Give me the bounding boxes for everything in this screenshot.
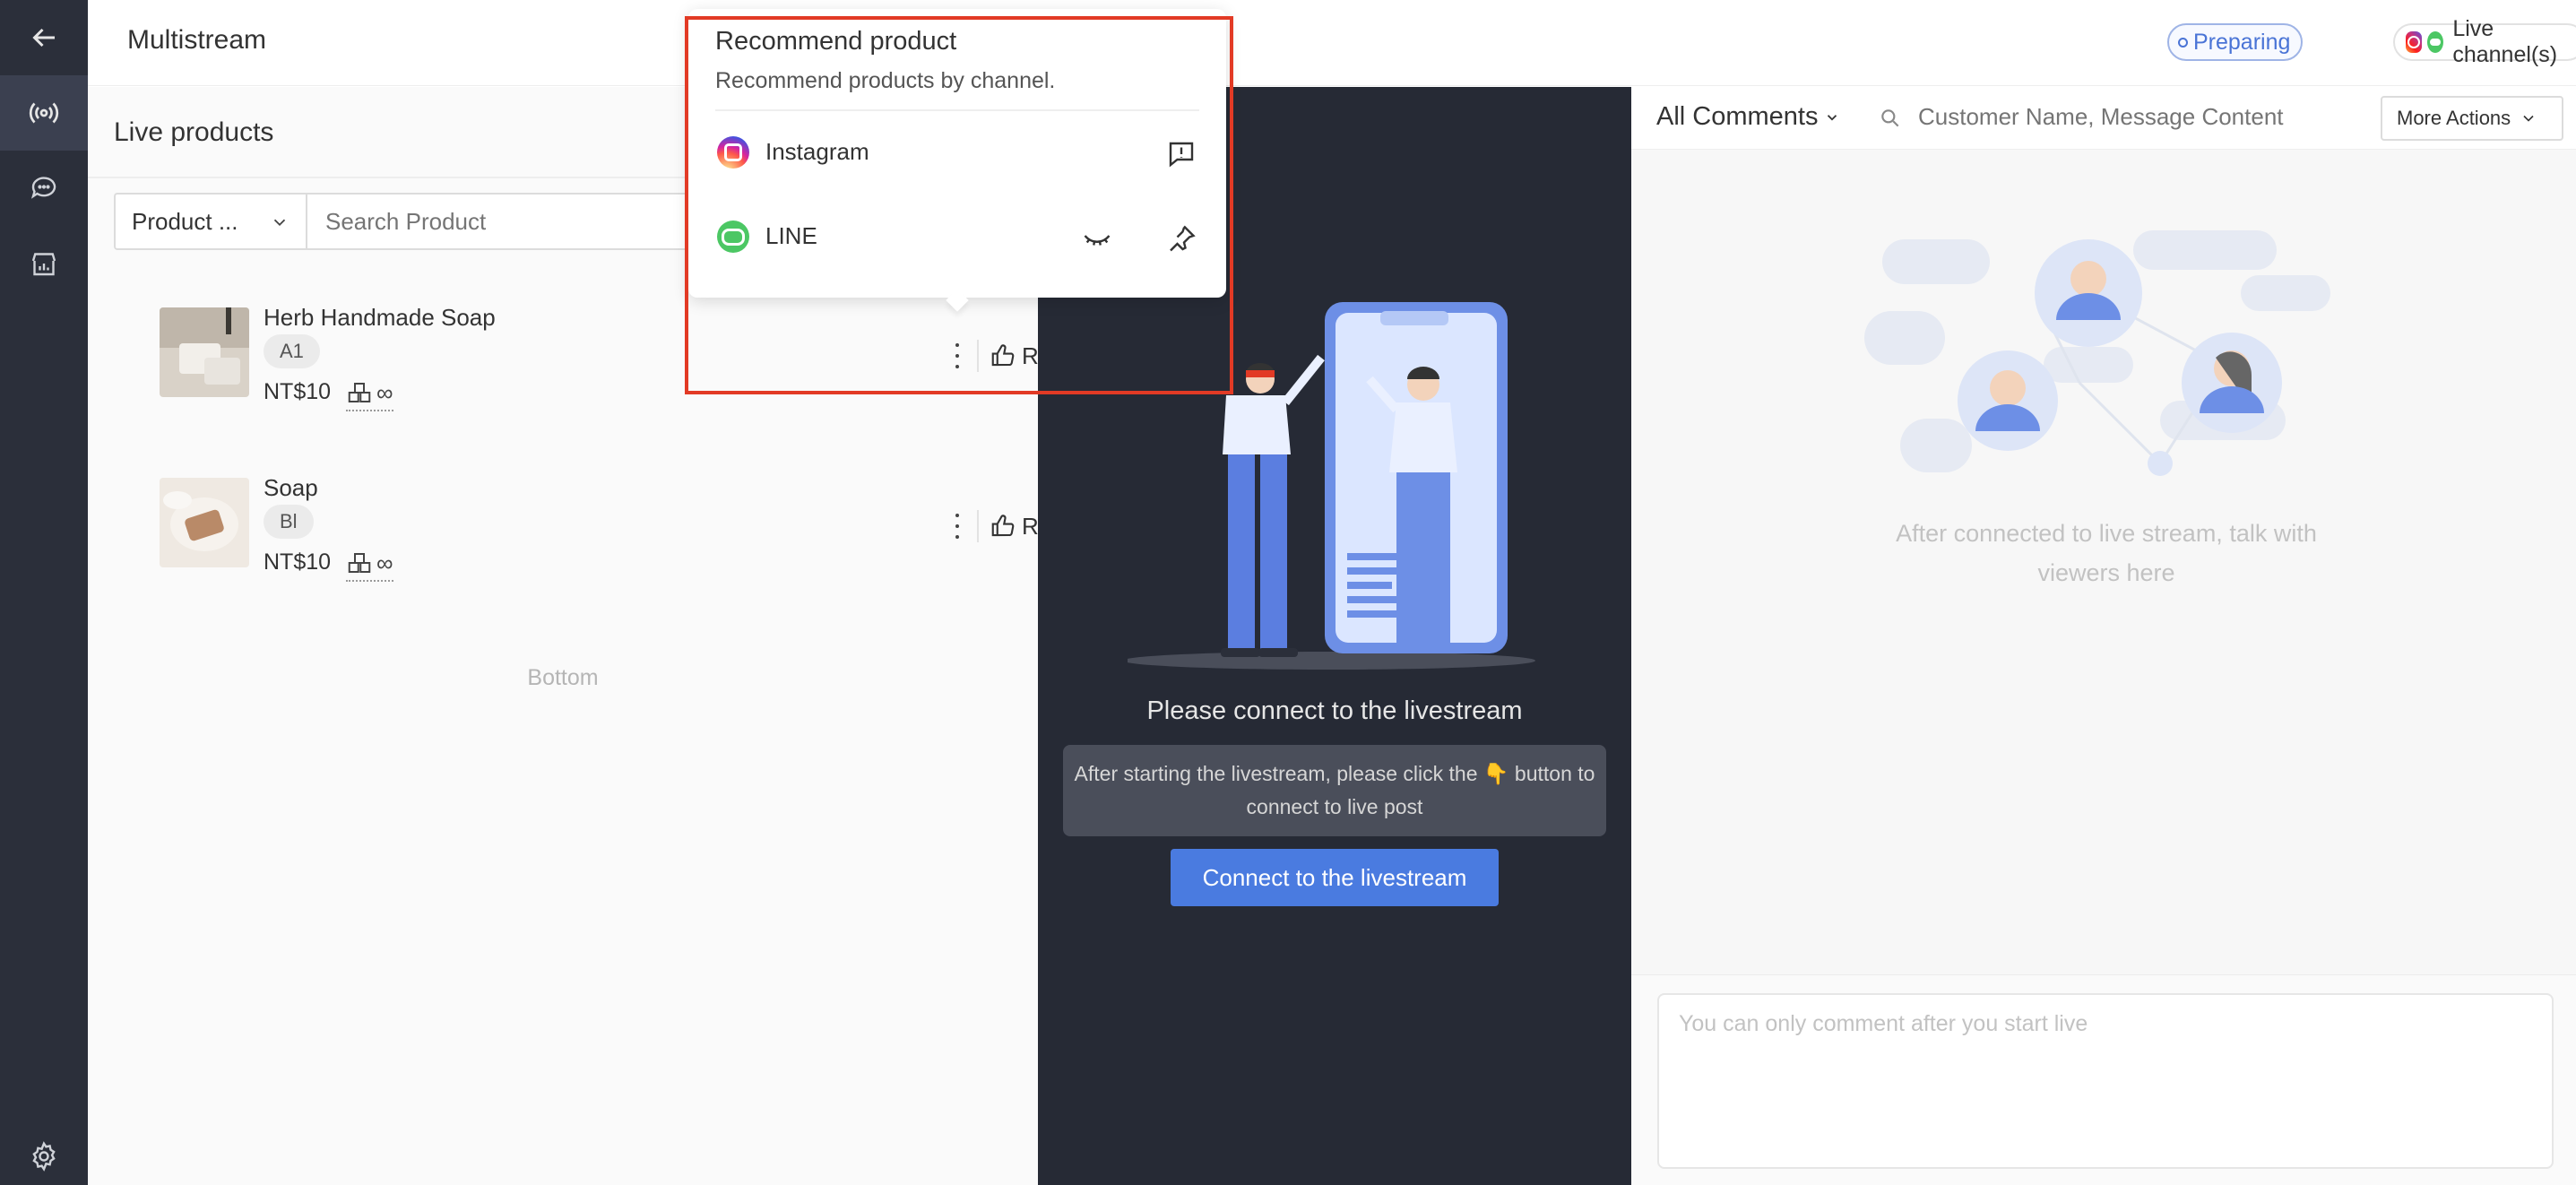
gear-icon — [32, 1141, 56, 1172]
stock-value: ∞ — [376, 378, 393, 406]
live-channels-label: Live channel(s) — [2452, 16, 2558, 67]
comments-panel: All Comments More Actions After connecte… — [1631, 87, 2576, 1185]
instagram-icon — [2406, 31, 2423, 53]
product-price: NT$10 — [264, 379, 332, 404]
product-price: NT$10 — [264, 549, 332, 575]
hidden-eye-icon[interactable] — [1081, 222, 1113, 255]
instagram-icon — [717, 136, 749, 169]
live-channels-button[interactable]: Live channel(s) — [2393, 16, 2576, 67]
search-icon — [1881, 109, 1899, 127]
channel-name: Instagram — [765, 138, 869, 165]
product-name: Soap — [264, 474, 318, 501]
channel-row-line: LINE — [715, 210, 1199, 264]
broadcast-icon — [29, 102, 59, 124]
comments-illustration — [1864, 230, 2330, 476]
page-title: Multistream — [127, 25, 267, 55]
product-name: Herb Handmade Soap — [264, 304, 496, 331]
chevron-down-icon — [1827, 114, 1837, 121]
comments-filter-dropdown[interactable]: All Comments — [1656, 102, 1840, 132]
comments-search-input[interactable] — [1918, 103, 2366, 131]
more-actions-label: More Actions — [2397, 107, 2511, 129]
livestream-hint: After starting the livestream, please cl… — [1063, 745, 1606, 836]
more-options-button[interactable] — [948, 343, 966, 368]
thumbs-up-icon — [991, 344, 1015, 367]
line-icon — [717, 221, 749, 253]
chat-bubble-icon — [30, 177, 56, 199]
comment-alert-icon[interactable] — [1165, 138, 1197, 170]
comments-header: All Comments More Actions — [1631, 87, 2576, 150]
status-badge: Preparing — [2167, 23, 2304, 61]
status-dot-icon — [2178, 37, 2188, 48]
divider — [977, 510, 979, 542]
popover-title: Recommend product — [715, 27, 957, 56]
rail-item-chat[interactable] — [0, 151, 88, 226]
channel-name: LINE — [765, 222, 817, 249]
livestream-illustration — [1128, 302, 1535, 670]
product-row: Herb Handmade Soap A1 NT$10 ∞ Rec. — [160, 304, 1069, 424]
store-chart-icon — [31, 253, 56, 276]
thumbs-up-icon — [991, 515, 1015, 537]
product-stock[interactable]: ∞ — [346, 546, 393, 582]
back-button[interactable] — [0, 0, 88, 75]
list-end-label: Bottom — [527, 665, 599, 690]
channel-row-instagram: Instagram — [715, 125, 1199, 179]
livestream-title: Please connect to the livestream — [1146, 696, 1523, 725]
divider — [715, 109, 1199, 111]
products-title: Live products — [114, 117, 274, 147]
chevron-down-icon — [273, 219, 286, 227]
product-filter-select[interactable]: Product ... — [114, 193, 306, 250]
comments-filter-label: All Comments — [1656, 102, 1819, 131]
more-options-button[interactable] — [948, 514, 966, 539]
boxes-icon — [348, 383, 371, 402]
boxes-icon — [348, 553, 371, 573]
back-arrow-icon — [32, 28, 55, 48]
comment-input[interactable]: You can only comment after you start liv… — [1657, 993, 2554, 1169]
more-actions-dropdown[interactable]: More Actions — [2381, 96, 2563, 141]
rail-item-store-stats[interactable] — [0, 226, 88, 301]
product-sku-badge: A1 — [264, 334, 320, 368]
recommend-product-popover: Recommend product Recommend products by … — [688, 9, 1226, 312]
line-icon — [2427, 31, 2444, 53]
settings-button[interactable] — [0, 1119, 88, 1185]
status-label: Preparing — [2193, 29, 2291, 55]
popover-subtitle: Recommend products by channel. — [715, 68, 1056, 93]
product-filter-value: Product ... — [132, 207, 238, 235]
pin-icon[interactable] — [1165, 222, 1197, 255]
product-thumbnail — [160, 307, 249, 397]
comments-empty-text: After connected to live stream, talk wit… — [1896, 520, 2317, 586]
comments-footer: You can only comment after you start liv… — [1631, 974, 2576, 1185]
product-stock[interactable]: ∞ — [346, 376, 393, 411]
product-thumbnail — [160, 478, 249, 567]
connect-livestream-button[interactable]: Connect to the livestream — [1171, 849, 1499, 906]
product-row: Soap Bl NT$10 ∞ Rec. — [160, 474, 1069, 594]
left-rail — [0, 0, 88, 1185]
stock-value: ∞ — [376, 549, 393, 576]
product-sku-badge: Bl — [264, 505, 314, 539]
chevron-down-icon — [2523, 115, 2534, 122]
top-bar: Multistream Preparing Live channel(s) — [88, 0, 2576, 86]
rail-item-broadcast[interactable] — [0, 75, 88, 151]
divider — [977, 340, 979, 372]
